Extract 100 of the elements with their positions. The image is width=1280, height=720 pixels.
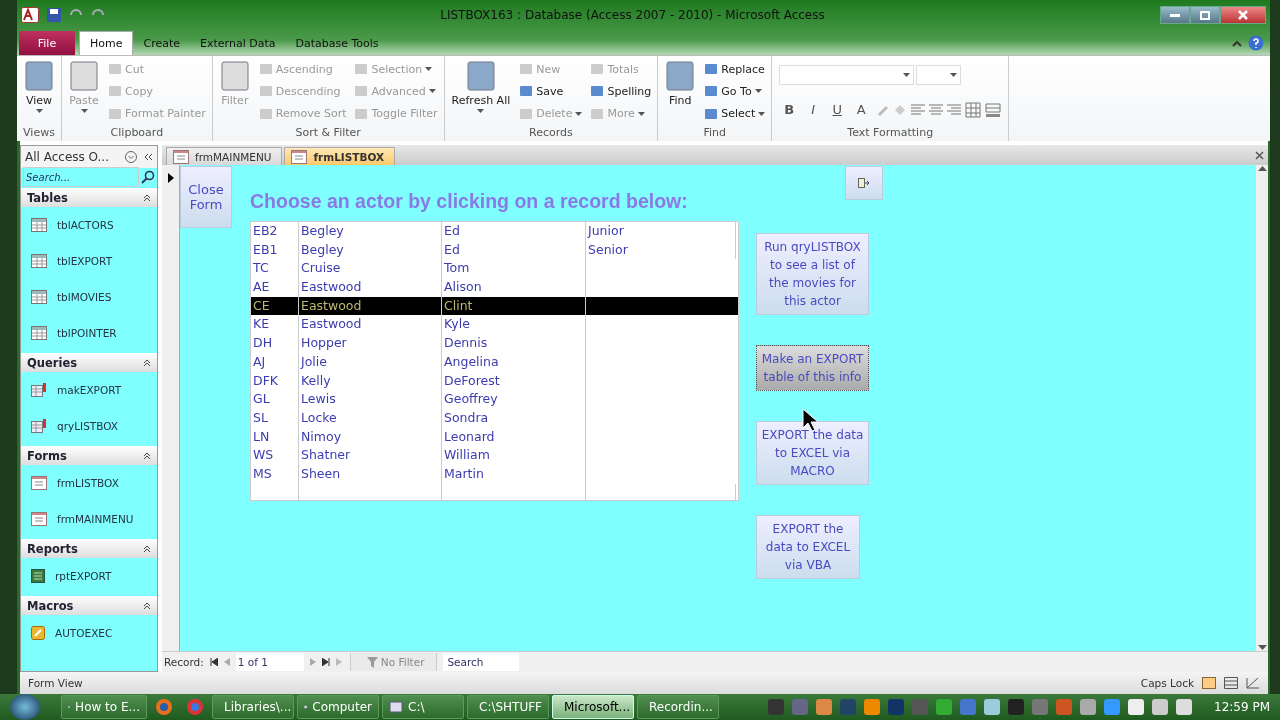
action-button[interactable]: Run qryLISTBOX to see a list of the movies for this actor: [756, 233, 869, 315]
listbox-row[interactable]: TC Cruise Tom: [251, 259, 738, 279]
tray-icon[interactable]: [816, 699, 832, 715]
row-color-icon[interactable]: [985, 102, 1002, 117]
ribbon-tab[interactable]: External Data: [190, 31, 286, 55]
listbox-row[interactable]: EB1 Begley Ed Senior: [251, 240, 738, 260]
taskbar-button[interactable]: C:\SHTUFF: [467, 695, 549, 719]
format-button[interactable]: I: [803, 102, 824, 118]
listbox-row[interactable]: AE Eastwood Alison: [251, 278, 738, 297]
record-selector-icon[interactable]: [167, 173, 174, 183]
search-field[interactable]: Search...: [23, 167, 139, 187]
next-record-icon[interactable]: [309, 658, 316, 666]
collapse-group-icon[interactable]: [143, 544, 151, 553]
tray-icon[interactable]: [864, 699, 880, 715]
first-record-icon[interactable]: [209, 658, 218, 666]
ribbon-button[interactable]: Replace: [701, 59, 769, 80]
align-left-icon[interactable]: [911, 103, 926, 116]
maximize-button[interactable]: [1190, 6, 1220, 24]
ribbon-button[interactable]: Save: [516, 81, 586, 102]
taskbar-button[interactable]: How to E...: [61, 695, 147, 719]
gridlines-icon[interactable]: [965, 101, 982, 118]
tray-icon[interactable]: [1008, 699, 1024, 715]
taskbar-button[interactable]: Libraries\...: [212, 695, 294, 719]
document-tab[interactable]: frmMAINMENU: [166, 147, 283, 165]
tray-icon[interactable]: [840, 699, 856, 715]
start-button[interactable]: [10, 694, 40, 720]
search-icon[interactable]: [141, 170, 155, 184]
listbox-row[interactable]: WS Shatner William: [251, 446, 738, 465]
listbox-row[interactable]: CE Eastwood Clint: [251, 296, 738, 316]
dropdown-circle-icon[interactable]: [125, 151, 137, 163]
save-icon[interactable]: [47, 8, 61, 22]
ribbon-button[interactable]: Find: [661, 58, 700, 125]
tray-icon[interactable]: [912, 699, 928, 715]
tray-icon[interactable]: [960, 699, 976, 715]
minimize-button[interactable]: [1160, 6, 1190, 24]
actor-listbox[interactable]: [250, 221, 739, 501]
ribbon-button[interactable]: Select: [701, 103, 769, 124]
collapse-group-icon[interactable]: [143, 193, 151, 202]
listbox-row[interactable]: MS Sheen Martin: [251, 464, 738, 484]
design-view-icon[interactable]: [1246, 677, 1260, 689]
font-size-dropdown[interactable]: [916, 65, 962, 86]
tray-icon[interactable]: [792, 699, 808, 715]
nav-group-header[interactable]: Macros: [21, 596, 157, 615]
nav-item[interactable]: tblEXPORT: [21, 243, 157, 279]
close-form-button[interactable]: Close Form: [180, 166, 232, 228]
tray-icon[interactable]: [1056, 699, 1072, 715]
listbox-row[interactable]: EB2 Begley Ed Junior: [251, 222, 738, 241]
document-tab[interactable]: frmLISTBOX: [284, 147, 396, 165]
nav-item[interactable]: tblMOVIES: [21, 279, 157, 315]
close-icon[interactable]: [1255, 150, 1264, 160]
paint-bucket-icon[interactable]: [893, 102, 908, 117]
format-button[interactable]: A: [851, 102, 872, 118]
tray-icon[interactable]: [1032, 699, 1048, 715]
tray-icon[interactable]: [1128, 699, 1144, 715]
font-name-dropdown[interactable]: [779, 65, 915, 86]
collapse-group-icon[interactable]: [143, 358, 151, 367]
nav-item[interactable]: AUTOEXEC: [21, 615, 157, 651]
nav-item[interactable]: tblACTORS: [21, 207, 157, 243]
action-button[interactable]: Make an EXPORT table of this info: [756, 345, 869, 391]
ribbon-button[interactable]: Spelling: [587, 81, 655, 102]
nav-item[interactable]: frmMAINMENU: [21, 501, 157, 537]
listbox-row[interactable]: AJ Jolie Angelina: [251, 352, 738, 372]
nav-item[interactable]: frmLISTBOX: [21, 465, 157, 501]
ribbon-tab[interactable]: Create: [133, 31, 191, 55]
ribbon-tab[interactable]: Database Tools: [285, 31, 389, 55]
listbox-row[interactable]: DH Hopper Dennis: [251, 334, 738, 353]
tray-icon[interactable]: [1104, 699, 1120, 715]
tray-icon[interactable]: [984, 699, 1000, 715]
exit-button[interactable]: [845, 166, 883, 200]
collapse-group-icon[interactable]: [143, 451, 151, 460]
record-search-field[interactable]: Search: [443, 653, 520, 671]
nav-group-header[interactable]: Reports: [21, 539, 157, 558]
action-button[interactable]: EXPORT the data to EXCEL via VBA: [756, 515, 860, 579]
record-position-field[interactable]: 1 of 1: [235, 653, 304, 671]
collapse-group-icon[interactable]: [143, 601, 151, 610]
ribbon-button[interactable]: Refresh All: [447, 58, 515, 125]
nav-group-header[interactable]: Tables: [21, 188, 157, 207]
taskbar-button[interactable]: C:\: [382, 695, 464, 719]
nav-group-header[interactable]: Queries: [21, 353, 157, 372]
close-button[interactable]: [1220, 6, 1266, 24]
tray-icon[interactable]: [1176, 699, 1192, 715]
format-button[interactable]: B: [779, 102, 800, 118]
listbox-row[interactable]: DFK Kelly DeForest: [251, 371, 738, 391]
listbox-row[interactable]: LN Nimoy Leonard: [251, 427, 738, 447]
taskbar-button[interactable]: Microsoft...: [552, 695, 634, 719]
align-right-icon[interactable]: [947, 103, 962, 116]
tray-icon[interactable]: [888, 699, 904, 715]
format-button[interactable]: U: [827, 102, 848, 118]
tray-icon[interactable]: [1080, 699, 1096, 715]
tray-icon[interactable]: [1152, 699, 1168, 715]
ribbon-tab[interactable]: Home: [79, 31, 134, 55]
nav-item[interactable]: tblPOINTER: [21, 315, 157, 351]
ribbon-button[interactable]: View: [20, 58, 58, 125]
taskbar-button[interactable]: Recordin...: [637, 695, 719, 719]
listbox-row[interactable]: SL Locke Sondra: [251, 408, 738, 428]
collapse-ribbon-icon[interactable]: [1232, 39, 1242, 47]
new-record-icon[interactable]: [335, 658, 344, 666]
listbox-row[interactable]: GL Lewis Geoffrey: [251, 390, 738, 409]
nav-group-header[interactable]: Forms: [21, 446, 157, 465]
previous-record-icon[interactable]: [223, 658, 230, 666]
